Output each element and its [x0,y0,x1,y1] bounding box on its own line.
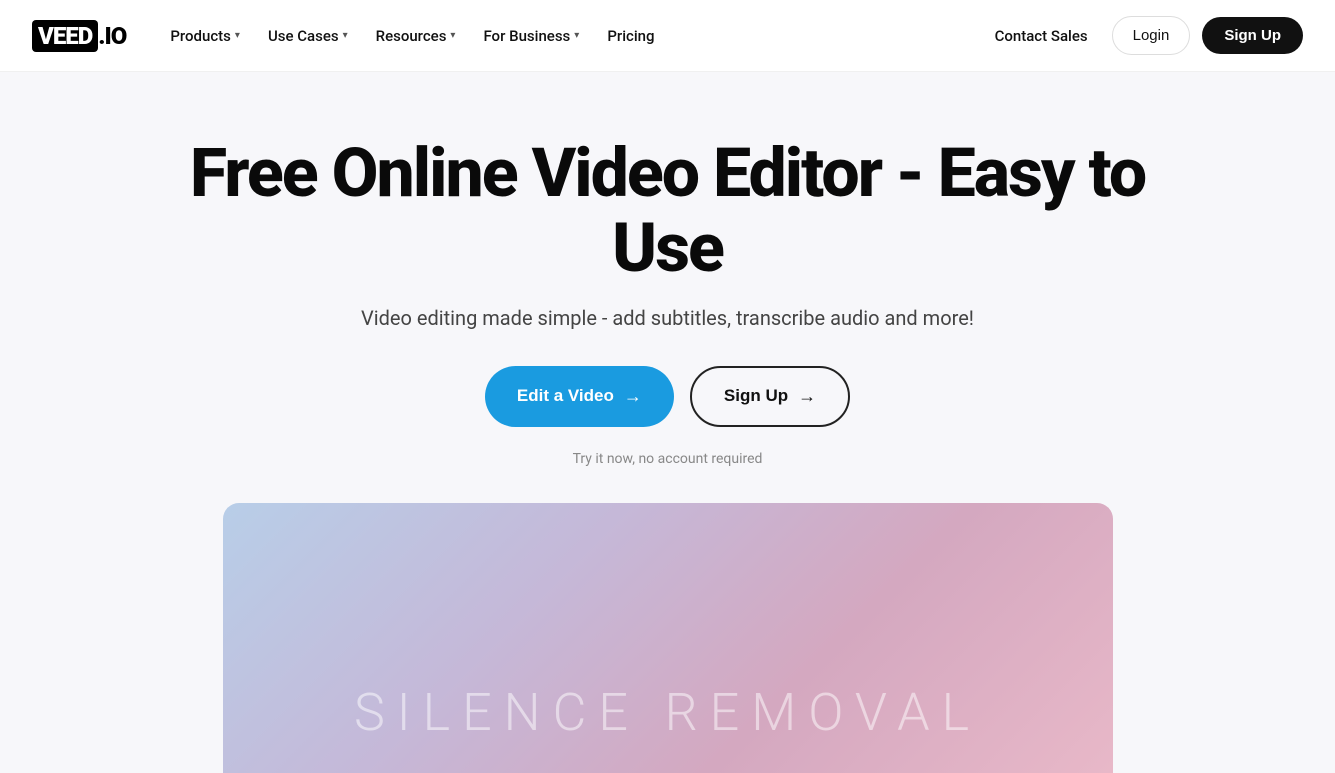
login-button[interactable]: Login [1112,16,1191,55]
nav-left: VEED.IO Products ▾ Use Cases ▾ Resources… [32,19,667,53]
arrow-right-icon: → [798,386,816,407]
contact-sales-link[interactable]: Contact Sales [983,19,1100,53]
nav-item-pricing[interactable]: Pricing [595,19,666,53]
nav-resources-label: Resources [376,27,447,45]
chevron-down-icon: ▾ [343,30,348,41]
video-preview: Silence Removal [223,503,1113,773]
nav-item-for-business[interactable]: For Business ▾ [471,19,591,53]
nav-item-resources[interactable]: Resources ▾ [364,19,468,53]
navigation: VEED.IO Products ▾ Use Cases ▾ Resources… [0,0,1335,72]
nav-products-label: Products [170,27,231,45]
hero-note: Try it now, no account required [32,451,1303,467]
chevron-down-icon: ▾ [450,30,455,41]
arrow-right-icon: → [624,386,642,407]
nav-use-cases-label: Use Cases [268,27,339,45]
silence-removal-text: Silence Removal [354,682,981,743]
nav-pricing-label: Pricing [607,27,654,45]
edit-video-label: Edit a Video [517,386,614,406]
hero-buttons: Edit a Video → Sign Up → [32,366,1303,427]
chevron-down-icon: ▾ [574,30,579,41]
hero-subtitle: Video editing made simple - add subtitle… [32,306,1303,330]
signup-button[interactable]: Sign Up [1202,17,1303,54]
nav-right: Contact Sales Login Sign Up [983,16,1303,55]
nav-business-label: For Business [483,27,570,45]
nav-item-use-cases[interactable]: Use Cases ▾ [256,19,360,53]
edit-video-button[interactable]: Edit a Video → [485,366,674,427]
hero-signup-button[interactable]: Sign Up → [690,366,850,427]
hero-section: Free Online Video Editor - Easy to Use V… [0,72,1335,773]
chevron-down-icon: ▾ [235,30,240,41]
hero-title: Free Online Video Editor - Easy to Use [168,136,1168,286]
hero-signup-label: Sign Up [724,386,788,406]
video-gradient-bg: Silence Removal [223,503,1113,773]
nav-links: Products ▾ Use Cases ▾ Resources ▾ For B… [158,19,666,53]
nav-item-products[interactable]: Products ▾ [158,19,252,53]
logo[interactable]: VEED.IO [32,20,126,52]
